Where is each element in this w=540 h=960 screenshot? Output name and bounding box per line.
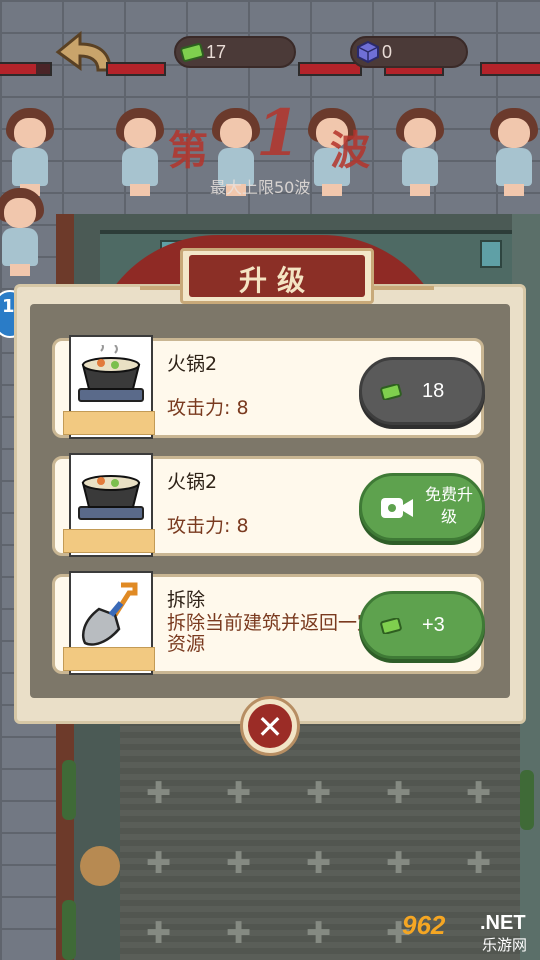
free-upgrade-video-button[interactable]: 免费升级 [359, 473, 485, 541]
item-name: 火锅2 [167, 471, 218, 493]
close-dialog-button[interactable]: ✕ [240, 696, 300, 756]
build-slot-plus-icon[interactable]: ✚ [146, 846, 171, 881]
item-attack-stat: 攻击力: 8 [167, 397, 249, 419]
enemy-health-bar [298, 62, 362, 76]
title-ornament [374, 286, 434, 290]
demolish-refund-button[interactable]: +3 [359, 591, 485, 659]
cat-sprite [80, 846, 120, 886]
gem-counter: 0 [350, 36, 468, 68]
upgrade-item-row: 火锅2 攻击力: 8 18 [52, 335, 485, 439]
item-attack-stat: 攻击力: 8 [167, 515, 249, 537]
upgrade-item-row: 火锅2 攻击力: 8 免费升级 [52, 453, 485, 557]
build-slot-plus-icon[interactable]: ✚ [306, 916, 331, 951]
enemy-aunt [0, 188, 50, 278]
item-name: 火锅2 [167, 353, 218, 375]
vine-plant [62, 900, 76, 960]
build-slot-plus-icon[interactable]: ✚ [226, 846, 251, 881]
build-slot-plus-icon[interactable]: ✚ [466, 776, 491, 811]
vine-plant [520, 770, 534, 830]
cash-icon [180, 43, 204, 62]
enemy-health-bar [0, 62, 52, 76]
enemy-aunt [0, 108, 60, 198]
video-camera-icon [381, 498, 413, 518]
build-slot-plus-icon[interactable]: ✚ [146, 916, 171, 951]
build-slot-plus-icon[interactable]: ✚ [146, 776, 171, 811]
hotpot-icon [78, 345, 144, 402]
build-slot-plus-icon[interactable]: ✚ [386, 776, 411, 811]
vine-plant [62, 760, 76, 820]
cube-gem-icon [357, 40, 379, 64]
item-thumbnail [63, 453, 155, 557]
item-thumbnail [63, 571, 155, 675]
free-upgrade-label: 免费升级 [424, 485, 473, 526]
enemy-health-bar [106, 62, 166, 76]
demolish-description: 拆除当前建筑并返回一定资源 [167, 612, 377, 655]
gem-value: 0 [382, 42, 393, 62]
build-slot-plus-icon[interactable]: ✚ [386, 846, 411, 881]
cash-icon [380, 618, 402, 634]
wave-number: 1 [256, 96, 301, 171]
cash-counter: 17 [174, 36, 296, 68]
item-thumbnail [63, 335, 155, 439]
close-icon: ✕ [256, 708, 284, 746]
watermark: 962 .NET 乐游网 [402, 910, 528, 954]
hotpot-icon [78, 475, 144, 520]
upgrade-cost: 18 [422, 380, 445, 402]
item-name: 拆除 [167, 589, 206, 611]
cash-value: 17 [206, 42, 227, 62]
wave-suffix: 波 [330, 127, 370, 174]
back-arrow-icon[interactable] [54, 30, 114, 76]
dialog-title-board: 升级 [180, 248, 374, 304]
wave-limit-text: 最大上限50波 [210, 178, 311, 197]
dialog-title: 升级 [238, 264, 315, 297]
upgrade-cost-button[interactable]: 18 [359, 357, 485, 425]
build-slot-plus-icon[interactable]: ✚ [306, 776, 331, 811]
refund-amount: +3 [422, 614, 445, 636]
enemy-health-bar [480, 62, 540, 76]
cash-icon [380, 384, 402, 400]
shovel-icon [82, 582, 138, 646]
build-slot-plus-icon[interactable]: ✚ [306, 846, 331, 881]
enemy-aunt [484, 108, 540, 198]
window [480, 240, 502, 268]
build-slot-plus-icon[interactable]: ✚ [226, 776, 251, 811]
build-slot-plus-icon[interactable]: ✚ [226, 916, 251, 951]
enemy-aunt [390, 108, 450, 198]
enemy-aunt [110, 108, 170, 198]
build-slot-plus-icon[interactable]: ✚ [466, 846, 491, 881]
demolish-item-row: 拆除 拆除当前建筑并返回一定资源 +3 [52, 571, 485, 675]
wave-prefix: 第 [168, 127, 208, 174]
